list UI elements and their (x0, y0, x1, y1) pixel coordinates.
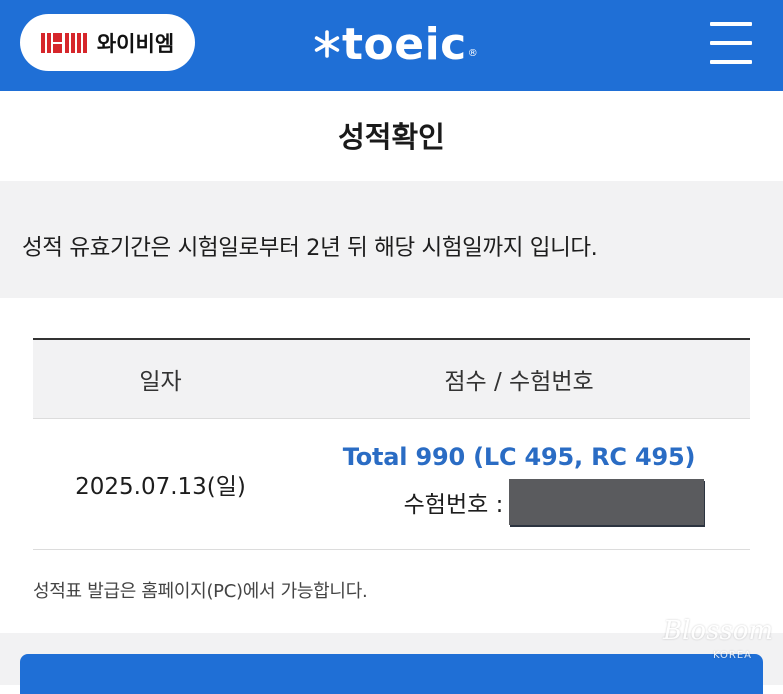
header-score: 점수 / 수험번호 (444, 369, 594, 395)
toeic-logo[interactable]: toeic ® (312, 14, 478, 74)
score-cell: Total 990 (LC 495, RC 495) 수험번호 : (288, 443, 750, 525)
page-title: 성적확인 (338, 120, 445, 154)
certificate-footnote: 성적표 발급은 홈페이지(PC)에서 가능합니다. (33, 581, 368, 602)
watermark-script: Blossom (663, 616, 774, 646)
ybm-home-link[interactable]: 와이비엠 (20, 14, 195, 71)
header-date: 일자 (139, 369, 182, 395)
exam-number-line: 수험번호 : (288, 479, 750, 525)
ybm-logo-icon (40, 31, 91, 55)
watermark-sub: KOREA (713, 650, 752, 661)
toeic-asterisk-icon (314, 30, 340, 58)
top-header: 와이비엠 toeic ® (0, 0, 783, 91)
table-header-row: 일자 점수 / 수험번호 (33, 340, 750, 419)
registered-mark: ® (467, 47, 478, 59)
validity-notice: 성적 유효기간은 시험일로부터 2년 뒤 해당 시험일까지 입니다. (22, 235, 598, 261)
watermark: Blossom KOREA (663, 614, 773, 664)
score-table: 일자 점수 / 수험번호 2025.07.13(일) Total 990 (LC… (33, 338, 750, 550)
total-score: Total 990 (LC 495, RC 495) (342, 443, 696, 471)
bottom-action-button[interactable] (20, 654, 763, 694)
hamburger-menu-icon[interactable] (706, 20, 756, 66)
exam-date: 2025.07.13(일) (75, 474, 246, 500)
redacted-exam-number (509, 479, 705, 525)
exam-number-label: 수험번호 : (403, 492, 504, 518)
ybm-brand-label: 와이비엠 (96, 31, 175, 56)
table-row: 2025.07.13(일) Total 990 (LC 495, RC 495)… (33, 419, 750, 550)
toeic-wordmark: toeic (342, 18, 467, 70)
